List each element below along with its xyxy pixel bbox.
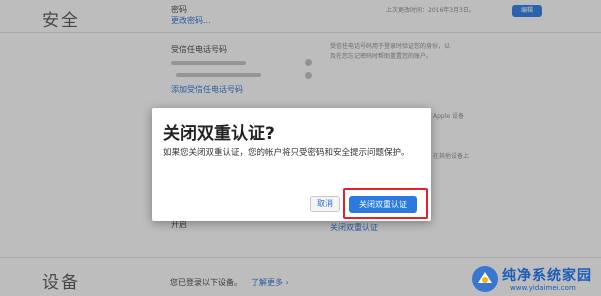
- site-watermark: 纯净系统家园 www.yidaimei.com: [470, 263, 598, 295]
- watermark-title: 纯净系统家园: [502, 268, 592, 284]
- watermark-logo-icon: [472, 266, 498, 292]
- cancel-button[interactable]: 取消: [310, 196, 340, 212]
- dialog-title: 关闭双重认证?: [163, 124, 275, 144]
- disable-two-factor-button[interactable]: 关闭双重认证: [349, 196, 417, 213]
- dialog-message: 如果您关闭双重认证，您的帐户将只受密码和安全提示问题保护。: [163, 148, 410, 158]
- watermark-url: www.yidaimei.com: [510, 284, 576, 292]
